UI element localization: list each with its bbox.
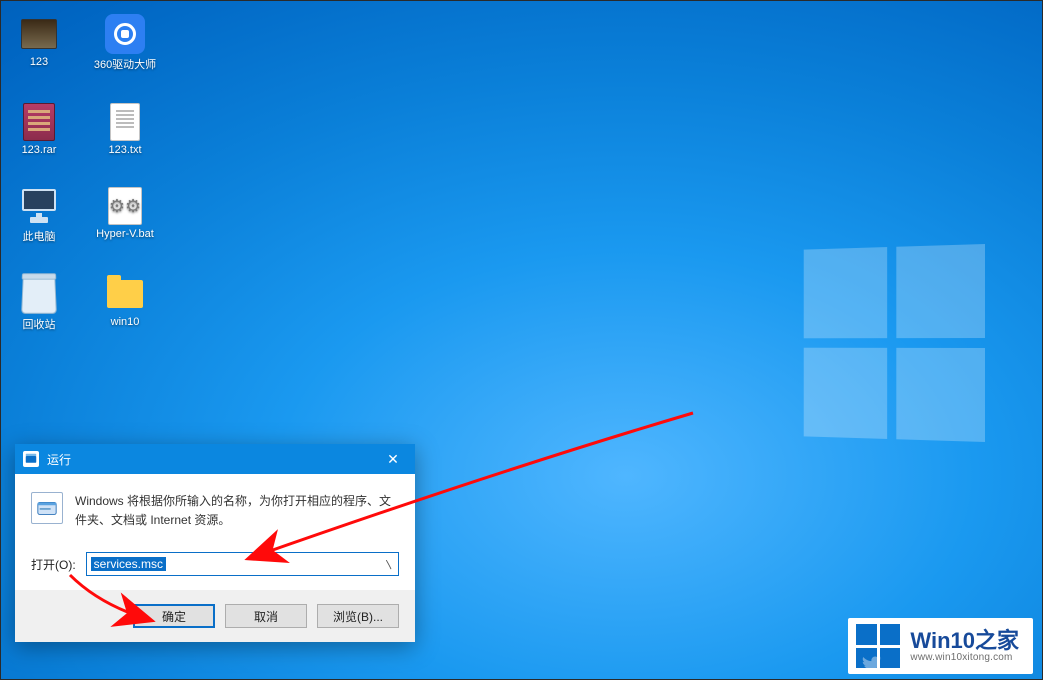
run-dialog: 运行 ✕ Windows 将根据你所输入的名称，为你打开相应的程序、文件夹、文档… (15, 444, 415, 642)
cancel-button[interactable]: 取消 (225, 604, 307, 628)
icon-label: Hyper-V.bat (96, 228, 154, 240)
open-input-value: services.msc (91, 557, 166, 571)
desktop-icon-recycle-bin[interactable]: 回收站 (10, 274, 68, 332)
run-title-icon (23, 451, 39, 467)
open-label: 打开(O): (31, 556, 76, 573)
icon-label: 123.rar (22, 144, 57, 156)
folder-icon (21, 19, 57, 49)
watermark-title: Win10之家 (910, 630, 1019, 652)
desktop-icon-123-rar[interactable]: 123.rar (10, 102, 68, 156)
desktop-icon-hyperv-bat[interactable]: ⚙⚙ Hyper-V.bat (96, 186, 154, 244)
icon-label: 123.txt (108, 144, 141, 156)
desktop-background[interactable]: 123 360驱动大师 123.rar 123.txt 此电脑 ⚙⚙ (0, 0, 1043, 680)
icon-label: 360驱动大师 (94, 56, 156, 72)
desktop-icons-area: 123 360驱动大师 123.rar 123.txt 此电脑 ⚙⚙ (10, 14, 154, 332)
run-button-row: 确定 取消 浏览(B)... (15, 590, 415, 642)
wallpaper-windows-logo (804, 244, 985, 442)
icon-label: 123 (30, 56, 48, 68)
batch-file-icon: ⚙⚙ (108, 187, 142, 225)
ok-button[interactable]: 确定 (133, 604, 215, 628)
text-file-icon (110, 103, 140, 141)
icon-label: 此电脑 (23, 228, 56, 244)
desktop-icon-this-pc[interactable]: 此电脑 (10, 186, 68, 244)
desktop-icon-360-driver[interactable]: 360驱动大师 (96, 14, 154, 72)
run-dialog-icon (31, 492, 63, 524)
run-titlebar[interactable]: 运行 ✕ (15, 444, 415, 474)
desktop-icon-folder-123[interactable]: 123 (10, 14, 68, 72)
run-title-text: 运行 (47, 451, 71, 468)
close-button[interactable]: ✕ (371, 444, 415, 474)
icon-label: 回收站 (23, 316, 56, 332)
tray-hint (861, 653, 883, 678)
recycle-bin-icon (21, 276, 57, 314)
folder-icon (107, 280, 143, 308)
open-input[interactable]: services.msc (87, 553, 380, 575)
icon-label: win10 (111, 316, 140, 328)
archive-icon (23, 103, 55, 141)
watermark-url: www.win10xitong.com (910, 652, 1019, 663)
computer-icon (20, 189, 58, 223)
desktop-icon-win10-folder[interactable]: win10 (96, 274, 154, 332)
open-combobox[interactable]: services.msc 〵 (86, 552, 399, 576)
browse-button[interactable]: 浏览(B)... (317, 604, 399, 628)
chevron-down-icon[interactable]: 〵 (380, 557, 398, 572)
run-description: Windows 将根据你所输入的名称，为你打开相应的程序、文件夹、文档或 Int… (75, 492, 399, 530)
app-icon (105, 14, 145, 54)
desktop-icon-123-txt[interactable]: 123.txt (96, 102, 154, 156)
